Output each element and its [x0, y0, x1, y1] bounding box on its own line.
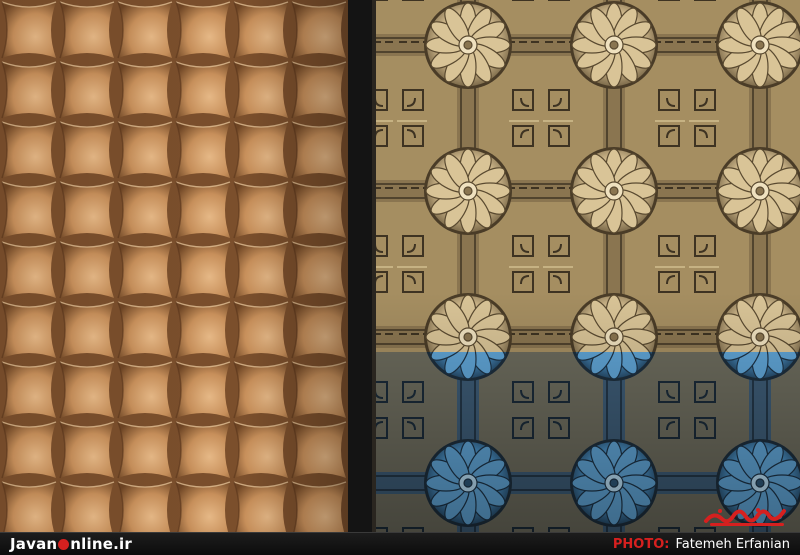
brand-text-first: Javan	[10, 535, 58, 553]
credit-label: PHOTO:	[612, 537, 670, 552]
brand-text-second: nline.ir	[70, 535, 132, 553]
javanonline-stamp-logo-icon	[704, 508, 786, 526]
brand-o-dot-icon	[58, 539, 70, 550]
photo-viewer: Javan nline.ir PHOTO: Fatemeh Erfanian	[0, 0, 800, 555]
tile-wall-photo	[0, 0, 800, 532]
credit-name: Fatemeh Erfanian	[675, 537, 790, 552]
photo-credit: PHOTO: Fatemeh Erfanian	[613, 535, 790, 554]
site-brand[interactable]: Javan nline.ir	[10, 535, 132, 554]
photo-footer-bar: Javan nline.ir PHOTO: Fatemeh Erfanian	[0, 532, 800, 555]
